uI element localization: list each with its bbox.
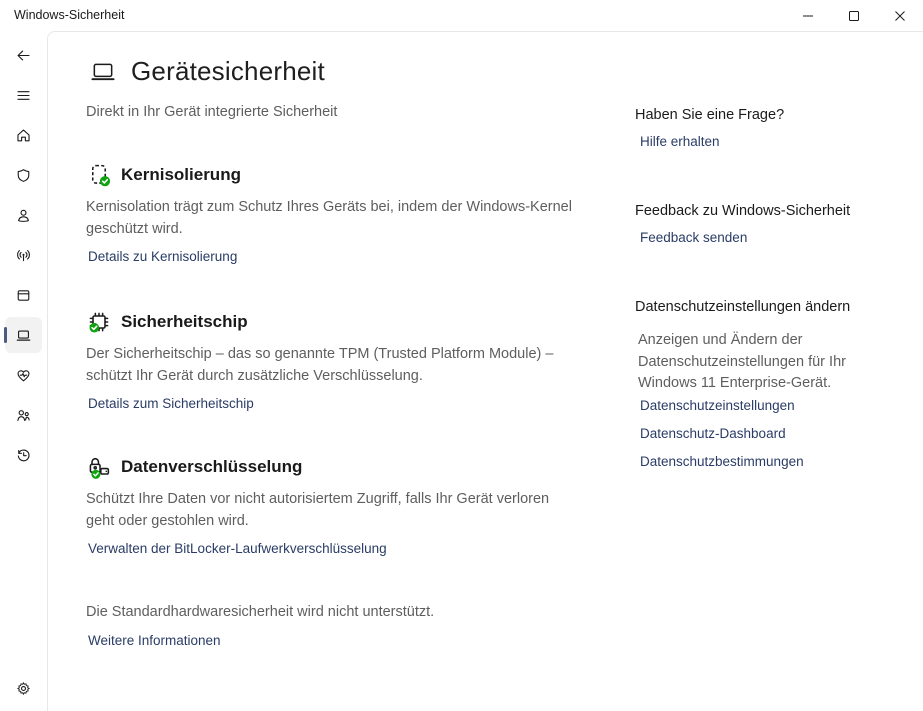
device-security-page-icon xyxy=(88,59,118,85)
core-isolation-details-link[interactable]: Details zu Kernisolierung xyxy=(88,249,237,264)
core-isolation-icon xyxy=(86,162,112,188)
security-chip-icon xyxy=(86,309,112,335)
shield-icon xyxy=(15,167,32,184)
data-encryption-icon xyxy=(86,454,112,480)
titlebar: Windows-Sicherheit xyxy=(0,0,923,31)
sidebar-item-protection-history[interactable] xyxy=(5,437,42,473)
sidebar-item-device-security[interactable] xyxy=(5,317,42,353)
sidebar-item-account-protection[interactable] xyxy=(5,197,42,233)
section-title: Datenverschlüsselung xyxy=(121,457,302,477)
section-core-isolation-header: Kernisolierung xyxy=(86,162,241,188)
standard-hardware-security-status: Die Standardhardwaresicherheit wird nich… xyxy=(86,602,434,624)
section-security-chip-header: Sicherheitschip xyxy=(86,309,248,335)
history-icon xyxy=(15,447,32,464)
app-browser-icon xyxy=(15,287,32,304)
aside-feedback-heading: Feedback zu Windows-Sicherheit xyxy=(635,203,850,219)
security-chip-details-link[interactable]: Details zum Sicherheitschip xyxy=(88,396,254,411)
privacy-statement-link[interactable]: Datenschutzbestimmungen xyxy=(640,454,804,469)
get-help-link[interactable]: Hilfe erhalten xyxy=(640,134,720,149)
menu-button[interactable] xyxy=(5,77,42,113)
home-icon xyxy=(15,127,32,144)
aside-privacy-heading: Datenschutzeinstellungen ändern xyxy=(635,299,850,315)
sidebar-nav xyxy=(0,31,47,711)
close-button[interactable] xyxy=(877,0,923,31)
section-body: Kernisolation trägt zum Schutz Ihres Ger… xyxy=(86,197,574,240)
minimize-button[interactable] xyxy=(785,0,831,31)
more-information-link[interactable]: Weitere Informationen xyxy=(88,633,221,648)
sidebar-item-virus-protection[interactable] xyxy=(5,157,42,193)
bitlocker-manage-link[interactable]: Verwalten der BitLocker-Laufwerkverschlü… xyxy=(88,541,387,556)
section-title: Kernisolierung xyxy=(121,165,241,185)
selected-accent-pill xyxy=(4,327,7,343)
section-body: Schützt Ihre Daten vor nicht autorisiert… xyxy=(86,489,574,532)
maximize-button[interactable] xyxy=(831,0,877,31)
send-feedback-link[interactable]: Feedback senden xyxy=(640,230,747,245)
window-controls xyxy=(785,0,923,31)
page-subtitle: Direkt in Ihr Gerät integrierte Sicherhe… xyxy=(86,104,337,120)
account-icon xyxy=(15,207,32,224)
sidebar-item-app-browser-control[interactable] xyxy=(5,277,42,313)
settings-gear-icon xyxy=(15,680,32,697)
back-button[interactable] xyxy=(5,37,42,73)
network-icon xyxy=(15,247,32,264)
device-security-icon xyxy=(15,327,32,344)
aside-question-heading: Haben Sie eine Frage? xyxy=(635,107,784,123)
maximize-icon xyxy=(848,10,860,22)
close-icon xyxy=(894,10,906,22)
menu-icon xyxy=(15,87,32,104)
section-data-encryption-header: Datenverschlüsselung xyxy=(86,454,302,480)
sidebar-item-firewall-network[interactable] xyxy=(5,237,42,273)
minimize-icon xyxy=(802,10,814,22)
health-icon xyxy=(15,367,32,384)
sidebar-item-family-options[interactable] xyxy=(5,397,42,433)
page-header: Gerätesicherheit xyxy=(88,56,325,87)
sidebar-item-device-health[interactable] xyxy=(5,357,42,393)
settings-button[interactable] xyxy=(5,670,42,706)
section-title: Sicherheitschip xyxy=(121,312,248,332)
aside-privacy-body: Anzeigen und Ändern der Datenschutzeinst… xyxy=(638,330,864,395)
family-icon xyxy=(15,407,32,424)
window-title: Windows-Sicherheit xyxy=(14,0,124,31)
privacy-dashboard-link[interactable]: Datenschutz-Dashboard xyxy=(640,426,786,441)
page-title: Gerätesicherheit xyxy=(131,56,325,87)
sidebar-item-home[interactable] xyxy=(5,117,42,153)
privacy-settings-link[interactable]: Datenschutzeinstellungen xyxy=(640,398,795,413)
back-icon xyxy=(15,47,32,64)
section-body: Der Sicherheitschip – das so genannte TP… xyxy=(86,344,574,387)
